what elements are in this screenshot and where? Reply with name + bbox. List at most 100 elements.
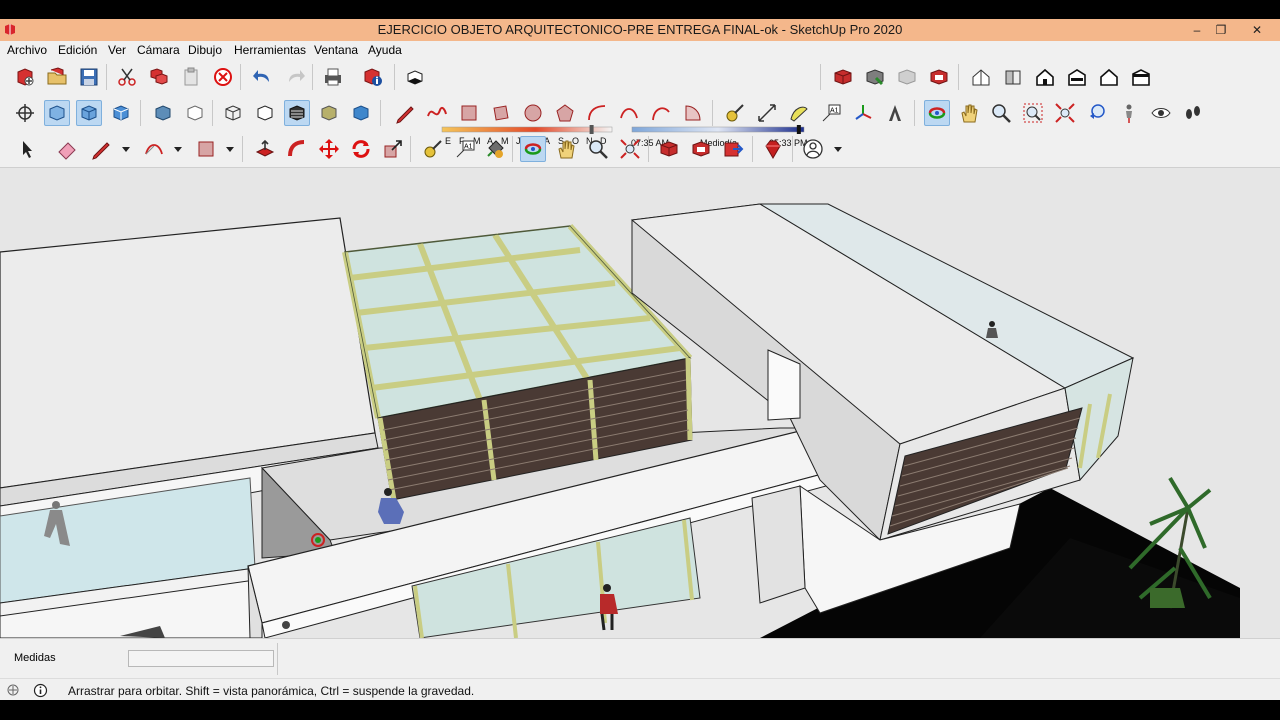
paint-bucket-button[interactable] xyxy=(482,136,508,162)
zoom-2-button[interactable] xyxy=(585,136,611,162)
axes-button[interactable] xyxy=(12,100,38,126)
iso-view-button[interactable] xyxy=(968,64,994,90)
shadow-toggle-button[interactable] xyxy=(402,64,428,90)
wireframe-button[interactable] xyxy=(108,100,134,126)
extension-warehouse-2-button[interactable] xyxy=(688,136,714,162)
protractor-button[interactable] xyxy=(786,100,812,126)
3d-text-button[interactable] xyxy=(882,100,908,126)
menu-ver[interactable]: Ver xyxy=(108,43,126,57)
tape-measure-2-button[interactable] xyxy=(420,136,446,162)
move-tool-button[interactable] xyxy=(316,136,342,162)
axes-tool-button[interactable] xyxy=(850,100,876,126)
extension-manager-button[interactable] xyxy=(760,136,786,162)
freehand-tool-button[interactable] xyxy=(424,100,450,126)
walk-button[interactable] xyxy=(1180,100,1206,126)
style-monochrome-button[interactable] xyxy=(316,100,342,126)
geolocation-icon[interactable] xyxy=(6,683,20,697)
push-pull-button[interactable] xyxy=(252,136,278,162)
style-shaded-textures-button[interactable] xyxy=(284,100,310,126)
model-info-button[interactable] xyxy=(360,64,386,90)
dimension-button[interactable] xyxy=(754,100,780,126)
menu-archivo[interactable]: Archivo xyxy=(7,43,47,57)
undo-button[interactable] xyxy=(250,64,276,90)
warehouse-button[interactable] xyxy=(830,64,856,90)
architectural-model-scene[interactable] xyxy=(0,168,1280,638)
menu-dibujo[interactable]: Dibujo xyxy=(188,43,222,57)
tape-measure-button[interactable] xyxy=(722,100,748,126)
right-view-button[interactable] xyxy=(1064,64,1090,90)
zoom-extents-button[interactable] xyxy=(1052,100,1078,126)
restore-button[interactable]: ❐ xyxy=(1206,19,1236,41)
open-button[interactable] xyxy=(44,64,70,90)
line-tool-2-button[interactable] xyxy=(88,136,114,162)
shape-dropdown-chevron-down-icon[interactable] xyxy=(225,136,235,162)
orbit-2-button[interactable] xyxy=(520,136,546,162)
text-tool-2-button[interactable]: A1 xyxy=(452,136,478,162)
new-button[interactable] xyxy=(12,64,38,90)
rotate-tool-button[interactable] xyxy=(348,136,374,162)
zoom-window-button[interactable] xyxy=(1020,100,1046,126)
send-to-layout-button[interactable] xyxy=(720,136,746,162)
shaded-button[interactable] xyxy=(182,100,208,126)
pan-2-button[interactable] xyxy=(553,136,579,162)
cut-button[interactable] xyxy=(114,64,140,90)
arc-tool-2-button[interactable] xyxy=(141,136,167,162)
close-button[interactable]: ✕ xyxy=(1242,19,1272,41)
two-point-arc-button[interactable] xyxy=(616,100,642,126)
redo-button[interactable] xyxy=(282,64,308,90)
pan-button[interactable] xyxy=(956,100,982,126)
print-button[interactable] xyxy=(320,64,346,90)
xray-button[interactable] xyxy=(44,100,70,126)
menu-camara[interactable]: Cámara xyxy=(137,43,180,57)
account-dropdown-chevron-down-icon[interactable] xyxy=(833,136,843,162)
pie-tool-button[interactable] xyxy=(680,100,706,126)
info-icon[interactable] xyxy=(33,683,48,698)
shape-tool-button[interactable] xyxy=(193,136,219,162)
menu-ventana[interactable]: Ventana xyxy=(314,43,358,57)
share-component-button[interactable] xyxy=(894,64,920,90)
eraser-tool-button[interactable] xyxy=(54,136,80,162)
zoom-button[interactable] xyxy=(988,100,1014,126)
text-tool-button[interactable]: A1 xyxy=(818,100,844,126)
menu-edicion[interactable]: Edición xyxy=(58,43,97,57)
extension-warehouse-button[interactable] xyxy=(926,64,952,90)
share-model-button[interactable] xyxy=(862,64,888,90)
look-around-button[interactable] xyxy=(1148,100,1174,126)
measurements-input[interactable] xyxy=(128,650,274,667)
warehouse-2-button[interactable] xyxy=(656,136,682,162)
left-view-button[interactable] xyxy=(1128,64,1154,90)
polygon-tool-button[interactable] xyxy=(552,100,578,126)
copy-button[interactable] xyxy=(146,64,172,90)
style-hidden-button[interactable] xyxy=(252,100,278,126)
rotated-rectangle-button[interactable] xyxy=(488,100,514,126)
rectangle-tool-button[interactable] xyxy=(456,100,482,126)
front-view-button[interactable] xyxy=(1032,64,1058,90)
arc-tool-button[interactable] xyxy=(584,100,610,126)
back-view-button[interactable] xyxy=(1096,64,1122,90)
previous-view-button[interactable] xyxy=(1084,100,1110,126)
top-view-button[interactable] xyxy=(1000,64,1026,90)
three-point-arc-button[interactable] xyxy=(648,100,674,126)
account-button[interactable] xyxy=(800,136,826,162)
arc-dropdown-chevron-down-icon[interactable] xyxy=(173,136,183,162)
three-point-arc-icon xyxy=(652,107,670,121)
save-button[interactable] xyxy=(76,64,102,90)
select-tool-button[interactable] xyxy=(15,136,41,162)
back-edges-button[interactable] xyxy=(76,100,102,126)
follow-me-button[interactable] xyxy=(284,136,310,162)
orbit-button[interactable] xyxy=(924,100,950,126)
menu-ayuda[interactable]: Ayuda xyxy=(368,43,402,57)
style-wireframe-button[interactable] xyxy=(220,100,246,126)
scale-tool-button[interactable] xyxy=(380,136,406,162)
line-dropdown-chevron-down-icon[interactable] xyxy=(121,136,131,162)
line-tool-button[interactable] xyxy=(392,100,418,126)
erase-button[interactable] xyxy=(210,64,236,90)
menu-herramientas[interactable]: Herramientas xyxy=(234,43,306,57)
zoom-extents-2-button[interactable] xyxy=(617,136,643,162)
circle-tool-button[interactable] xyxy=(520,100,546,126)
model-viewport[interactable] xyxy=(0,168,1280,638)
paste-button[interactable] xyxy=(178,64,204,90)
style-shaded-button[interactable] xyxy=(348,100,374,126)
hidden-line-button[interactable] xyxy=(150,100,176,126)
position-camera-button[interactable] xyxy=(1116,100,1142,126)
